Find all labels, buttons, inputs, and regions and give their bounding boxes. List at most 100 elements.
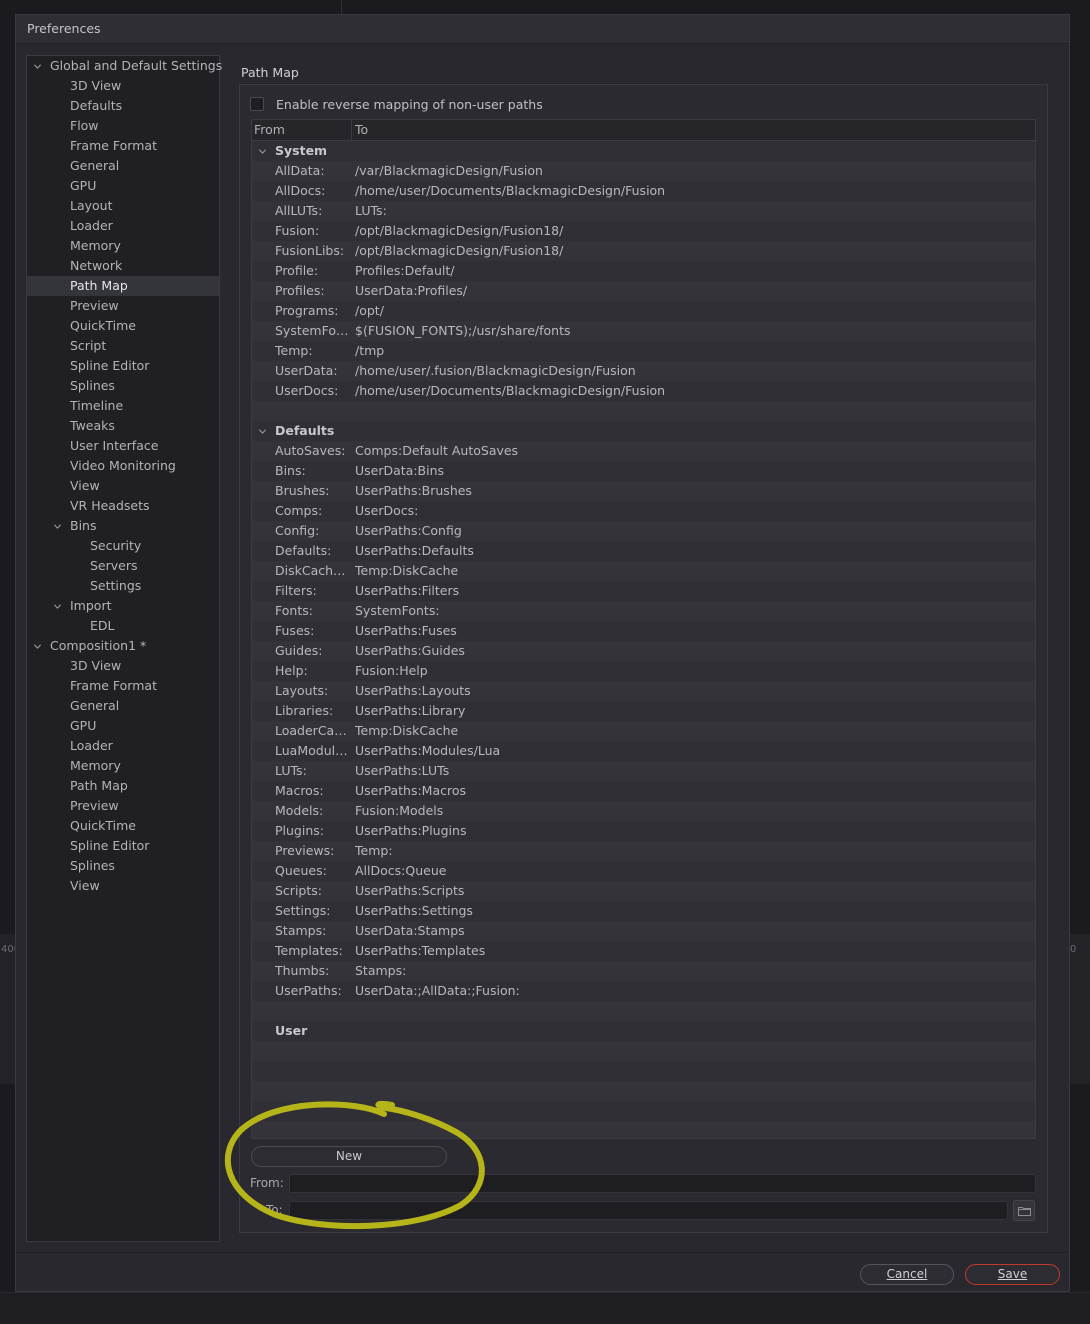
tree-item-bins[interactable]: Bins [27,516,219,536]
table-row[interactable]: Temp: /tmp [252,341,1035,361]
tree-item-tweaks[interactable]: Tweaks [27,416,219,436]
group-expand-chevron[interactable] [256,141,268,161]
table-row[interactable]: FusionLibs: /opt/BlackmagicDesign/Fusion1… [252,241,1035,261]
tree-item-user-interface[interactable]: User Interface [27,436,219,456]
table-row[interactable]: Fonts: SystemFonts: [252,601,1035,621]
table-row[interactable]: Models: Fusion:Models [252,801,1035,821]
table-group-system[interactable]: System [252,141,1035,161]
table-row[interactable]: LUTs: UserPaths:LUTs [252,761,1035,781]
tree-item-general[interactable]: General [27,156,219,176]
table-row[interactable]: Filters: UserPaths:Filters [252,581,1035,601]
tree-item-memory[interactable]: Memory [27,236,219,256]
expand-chevron[interactable] [51,516,63,536]
table-row[interactable]: Defaults: UserPaths:Defaults [252,541,1035,561]
tree-item-settings[interactable]: Settings [27,576,219,596]
to-input[interactable] [289,1201,1008,1220]
table-row[interactable]: UserPaths: UserData:;AllData:;Fusion: [252,981,1035,1001]
table-row[interactable]: Bins: UserData:Bins [252,461,1035,481]
group-expand-chevron[interactable] [256,421,268,441]
table-row[interactable]: Profiles: UserData:Profiles/ [252,281,1035,301]
table-row[interactable]: Settings: UserPaths:Settings [252,901,1035,921]
table-row[interactable]: Config: UserPaths:Config [252,521,1035,541]
table-row[interactable]: Libraries: UserPaths:Library [252,701,1035,721]
tree-item-flow[interactable]: Flow [27,116,219,136]
tree-item-path-map[interactable]: Path Map [27,776,219,796]
tree-item-general[interactable]: General [27,696,219,716]
table-row[interactable]: Thumbs: Stamps: [252,961,1035,981]
table-row[interactable]: LuaModules: UserPaths:Modules/Lua [252,741,1035,761]
table-row[interactable]: AllData: /var/BlackmagicDesign/Fusion [252,161,1035,181]
preferences-tree[interactable]: Global and Default Settings 3D View Defaul… [26,55,222,1242]
tree-item-video-monitoring[interactable]: Video Monitoring [27,456,219,476]
tree-item-security[interactable]: Security [27,536,219,556]
reverse-mapping-checkbox[interactable] [250,97,264,111]
table-row[interactable]: Brushes: UserPaths:Brushes [252,481,1035,501]
table-row[interactable]: Profile: Profiles:Default/ [252,261,1035,281]
tree-item-edl[interactable]: EDL [27,616,219,636]
tree-item-3d-view[interactable]: 3D View [27,656,219,676]
expand-chevron[interactable] [31,636,43,656]
table-row[interactable]: Previews: Temp: [252,841,1035,861]
table-row[interactable]: LoaderCac… Temp:DiskCache [252,721,1035,741]
table-row[interactable]: Stamps: UserData:Stamps [252,921,1035,941]
table-row[interactable]: Plugins: UserPaths:Plugins [252,821,1035,841]
tree-item-spline-editor[interactable]: Spline Editor [27,356,219,376]
tree-item-timeline[interactable]: Timeline [27,396,219,416]
table-row[interactable]: Fusion: /opt/BlackmagicDesign/Fusion18/ [252,221,1035,241]
tree-item-splines[interactable]: Splines [27,856,219,876]
from-input[interactable] [289,1174,1036,1193]
tree-item-gpu[interactable]: GPU [27,716,219,736]
tree-item-vr-headsets[interactable]: VR Headsets [27,496,219,516]
table-row[interactable]: Help: Fusion:Help [252,661,1035,681]
column-header-to[interactable]: To [355,120,368,140]
table-row[interactable]: Fuses: UserPaths:Fuses [252,621,1035,641]
column-header-from[interactable]: From [254,120,285,140]
tree-item-preview[interactable]: Preview [27,796,219,816]
column-separator[interactable] [351,120,352,141]
table-row[interactable]: Layouts: UserPaths:Layouts [252,681,1035,701]
table-row[interactable]: DiskCaches: Temp:DiskCache [252,561,1035,581]
table-row[interactable]: Guides: UserPaths:Guides [252,641,1035,661]
tree-item-quicktime[interactable]: QuickTime [27,816,219,836]
table-group-user[interactable]: User [252,1021,1035,1041]
tree-item-view[interactable]: View [27,876,219,896]
path-map-table[interactable]: From To System AllData: /var/BlackmagicDes… [251,119,1036,1139]
save-button[interactable]: Save [965,1264,1060,1285]
table-row[interactable]: Programs: /opt/ [252,301,1035,321]
tree-item-gpu[interactable]: GPU [27,176,219,196]
table-row[interactable]: UserData: /home/user/.fusion/BlackmagicDe… [252,361,1035,381]
tree-item-import[interactable]: Import [27,596,219,616]
table-row[interactable]: Queues: AllDocs:Queue [252,861,1035,881]
tree-item-layout[interactable]: Layout [27,196,219,216]
expand-chevron[interactable] [31,56,43,76]
tree-item-global-and-default-settings[interactable]: Global and Default Settings [27,56,222,76]
table-row[interactable]: SystemFon… $(FUSION_FONTS);/usr/share/fon… [252,321,1035,341]
table-row[interactable]: AllLUTs: LUTs: [252,201,1035,221]
tree-item-preview[interactable]: Preview [27,296,219,316]
tree-item-composition1[interactable]: Composition1 * [27,636,219,656]
tree-item-loader[interactable]: Loader [27,216,219,236]
tree-item-loader[interactable]: Loader [27,736,219,756]
tree-item-frame-format[interactable]: Frame Format [27,676,219,696]
table-row[interactable]: Templates: UserPaths:Templates [252,941,1035,961]
reverse-mapping-row[interactable]: Enable reverse mapping of non-user paths [250,95,543,113]
tree-item-memory[interactable]: Memory [27,756,219,776]
table-row[interactable]: Scripts: UserPaths:Scripts [252,881,1035,901]
tree-item-view[interactable]: View [27,476,219,496]
table-row[interactable]: AutoSaves: Comps:Default AutoSaves [252,441,1035,461]
tree-item-servers[interactable]: Servers [27,556,219,576]
table-row[interactable]: Macros: UserPaths:Macros [252,781,1035,801]
tree-item-frame-format[interactable]: Frame Format [27,136,219,156]
tree-item-splines[interactable]: Splines [27,376,219,396]
tree-item-spline-editor[interactable]: Spline Editor [27,836,219,856]
expand-chevron[interactable] [51,596,63,616]
tree-item-quicktime[interactable]: QuickTime [27,316,219,336]
tree-item-network[interactable]: Network [27,256,219,276]
tree-item-defaults[interactable]: Defaults [27,96,219,116]
table-row[interactable]: AllDocs: /home/user/Documents/BlackmagicD… [252,181,1035,201]
browse-folder-button[interactable] [1013,1200,1035,1221]
tree-item-script[interactable]: Script [27,336,219,356]
tree-item-path-map[interactable]: Path Map [27,276,219,296]
tree-item-3d-view[interactable]: 3D View [27,76,219,96]
cancel-button[interactable]: Cancel [860,1264,954,1285]
